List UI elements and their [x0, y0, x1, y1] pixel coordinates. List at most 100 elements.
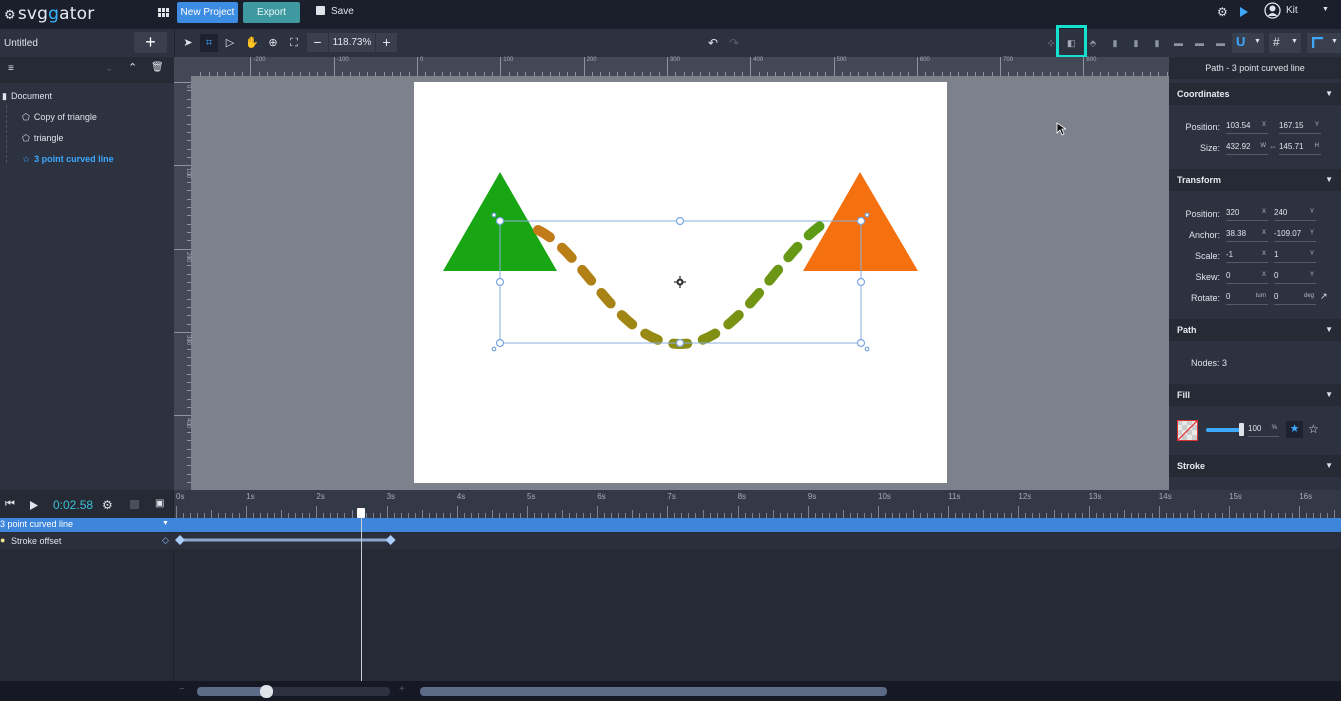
timeline-zoom-out-icon[interactable]: −: [179, 684, 185, 695]
rotate-handle[interactable]: [864, 346, 870, 352]
selection-handle[interactable]: [675, 216, 685, 226]
export-button[interactable]: Export: [243, 2, 300, 23]
selection-handle[interactable]: [856, 277, 866, 287]
align-center-horizontal-icon[interactable]: ▮: [1132, 38, 1140, 48]
layer-document[interactable]: ▮ Document: [2, 91, 52, 102]
play-icon[interactable]: [29, 500, 39, 511]
scale-x-input[interactable]: -1 X: [1226, 250, 1268, 263]
transform-position-y-input[interactable]: 240 Y: [1274, 208, 1316, 221]
link-proportions-icon[interactable]: ⇔: [1269, 142, 1277, 151]
redo-icon[interactable]: ↷: [729, 36, 739, 50]
align-right-icon[interactable]: ▮: [1153, 38, 1161, 48]
hand-tool-icon[interactable]: ✋: [243, 34, 261, 52]
zoom-in-button[interactable]: +: [376, 33, 397, 52]
position-y-input[interactable]: 167.15 Y: [1279, 121, 1321, 134]
rotate-handle[interactable]: [491, 212, 497, 218]
coordinates-section-header[interactable]: Coordinates ▼: [1169, 83, 1341, 105]
timeline-horizontal-scrollbar[interactable]: [420, 687, 887, 696]
position-x-input[interactable]: 103.54 X: [1226, 121, 1268, 134]
skew-y-input[interactable]: 0Y: [1274, 271, 1316, 284]
zoom-value[interactable]: 118.73%: [329, 33, 375, 52]
anchor-y-input[interactable]: -109.07 Y: [1274, 229, 1316, 242]
stroke-section-header[interactable]: Stroke ▼: [1169, 455, 1341, 477]
transform-position-x-input[interactable]: 320 X: [1226, 208, 1268, 221]
timeline-layer-row[interactable]: 3 point curved line ▼: [0, 518, 1341, 532]
move-up-icon[interactable]: ⌃: [128, 61, 137, 74]
keyframe-diamond[interactable]: [385, 535, 396, 545]
align-to-selection-icon[interactable]: ⊹: [1046, 38, 1056, 48]
select-tool-icon[interactable]: ➤: [179, 34, 197, 52]
timeline-zoom-slider[interactable]: [197, 685, 390, 698]
star-outline-icon[interactable]: ☆: [1308, 422, 1319, 436]
grid-dropdown[interactable]: # ▼: [1269, 33, 1301, 53]
loop-toggle-icon[interactable]: [130, 500, 139, 509]
selection-handle[interactable]: [495, 338, 505, 348]
favorite-star-icon[interactable]: ★: [1286, 421, 1303, 438]
selection-handle[interactable]: [856, 338, 866, 348]
apps-grid-icon[interactable]: [158, 8, 170, 18]
layer-copy-of-triangle[interactable]: ⬠ Copy of triangle: [22, 112, 97, 123]
scale-y-input[interactable]: 1Y: [1274, 250, 1316, 263]
current-time[interactable]: 0:02.58: [53, 498, 93, 512]
playhead-handle[interactable]: [357, 508, 366, 518]
rotate-turn-input[interactable]: 0 turn: [1226, 292, 1268, 305]
project-title[interactable]: Untitled: [4, 38, 38, 49]
zoom-area-tool-icon[interactable]: ⊕: [264, 34, 282, 52]
add-element-button[interactable]: +: [134, 32, 167, 53]
undo-icon[interactable]: ↶: [708, 36, 718, 50]
slider-thumb[interactable]: [1239, 423, 1244, 436]
move-down-icon[interactable]: ⌄: [105, 63, 113, 74]
corner-guide-dropdown[interactable]: ▼: [1307, 33, 1341, 53]
pen-tool-icon[interactable]: ▷: [221, 34, 239, 52]
skew-x-input[interactable]: 0X: [1226, 271, 1268, 284]
path-section-header[interactable]: Path ▼: [1169, 319, 1341, 341]
timeline-ruler[interactable]: 0s 1s 2s 3s 4s 5s 6s 7s 8s 9s 10s 11s 12s 13s 14s 15s 16…: [174, 490, 1341, 518]
flip-vertical-icon[interactable]: ⬘: [1089, 38, 1097, 48]
selection-handle[interactable]: [675, 338, 685, 348]
keyframe-diamond[interactable]: [175, 535, 185, 545]
save-button[interactable]: Save: [316, 5, 354, 21]
anchor-point-icon[interactable]: [674, 276, 686, 288]
zoom-out-button[interactable]: −: [307, 33, 328, 52]
layer-3-point-curved-line[interactable]: ☆ 3 point curved line: [22, 154, 114, 165]
fill-opacity-input[interactable]: 100%: [1248, 424, 1279, 437]
snapping-dropdown[interactable]: U ▼: [1232, 33, 1264, 53]
rotate-handle[interactable]: [491, 346, 497, 352]
chevron-down-icon[interactable]: ▼: [1322, 6, 1329, 13]
slider-thumb[interactable]: [260, 685, 274, 698]
anchor-x-input[interactable]: 38.38 X: [1226, 229, 1268, 242]
chevron-down-icon[interactable]: ▼: [162, 520, 169, 527]
selection-handle[interactable]: [495, 277, 505, 287]
align-left-icon[interactable]: ▮: [1111, 38, 1119, 48]
rotate-orient-icon[interactable]: ↗: [1320, 291, 1328, 302]
size-w-input[interactable]: 432.92 W: [1226, 142, 1268, 155]
align-bottom-icon[interactable]: ▬: [1216, 38, 1225, 48]
align-top-icon[interactable]: ▬: [1174, 38, 1183, 48]
fill-color-swatch[interactable]: [1177, 420, 1198, 441]
rotate-deg-input[interactable]: 0 deg: [1274, 292, 1316, 305]
transform-section-header[interactable]: Transform ▼: [1169, 169, 1341, 191]
selection-handle[interactable]: [856, 216, 866, 226]
timeline-zoom-in-icon[interactable]: +: [399, 684, 405, 695]
size-h-input[interactable]: 145.71 H: [1279, 142, 1321, 155]
settings-gear-icon[interactable]: ⚙: [1217, 5, 1228, 19]
user-name[interactable]: Kit: [1286, 5, 1298, 16]
play-preview-icon[interactable]: [1239, 6, 1249, 18]
layer-triangle[interactable]: ⬠ triangle: [22, 133, 63, 144]
skip-to-start-icon[interactable]: ⏮: [5, 498, 15, 511]
fit-screen-icon[interactable]: ⛶: [285, 34, 303, 52]
timeline-view-icon[interactable]: ▣: [155, 498, 164, 509]
selection-handle[interactable]: [495, 216, 505, 226]
fill-opacity-slider[interactable]: [1206, 423, 1244, 436]
rotate-handle[interactable]: [864, 212, 870, 218]
trash-icon[interactable]: 🗑: [151, 62, 164, 73]
user-avatar-icon[interactable]: [1264, 2, 1281, 19]
align-middle-vertical-icon[interactable]: ▬: [1195, 38, 1204, 48]
timeline-settings-icon[interactable]: ⚙: [102, 498, 113, 512]
node-select-tool-icon[interactable]: ⌗: [200, 34, 218, 52]
add-keyframe-icon[interactable]: ◇: [162, 535, 169, 546]
lightbulb-icon[interactable]: ●: [0, 535, 5, 545]
layers-menu-icon[interactable]: ≡: [8, 63, 14, 74]
fill-section-header[interactable]: Fill ▼: [1169, 384, 1341, 406]
new-project-button[interactable]: New Project: [177, 2, 238, 23]
